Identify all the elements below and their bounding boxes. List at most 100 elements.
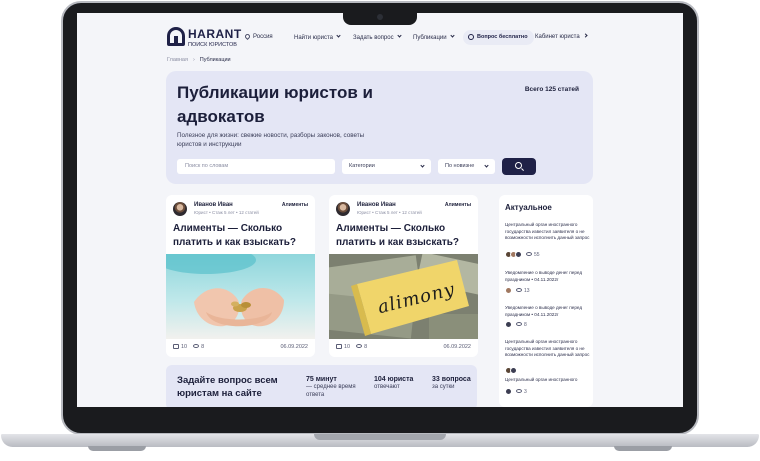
article-stats: 10 8 06.09.2022 (336, 344, 471, 350)
harant-logo-icon[interactable] (167, 27, 185, 46)
articles-total: Всего 125 статей (524, 86, 579, 93)
stat-questions: 33 вопроса за сутки (432, 376, 476, 391)
avatar (505, 287, 512, 294)
like-icon[interactable] (336, 344, 342, 349)
chevron-right-icon (583, 33, 588, 38)
hero-panel: Публикации юристов и адвокатов Полезное … (166, 71, 593, 184)
avatar (505, 388, 512, 395)
stat-response-time: 75 минут — среднее время ответа (306, 376, 368, 399)
lawyer-cabinet-link[interactable]: Кабинет юриста (535, 33, 588, 40)
nav-label: Найти юриста (294, 35, 333, 41)
stat-lawyers: 104 юриста отвечают (374, 376, 428, 391)
news-meta: 55 (505, 251, 540, 258)
article-image-alimony-note[interactable]: alimony (329, 254, 478, 339)
nav-label: Публикации (413, 35, 447, 41)
laptop-foot (88, 446, 146, 451)
search-icon (515, 162, 522, 169)
ask-free-button[interactable]: Вопрос бесплатно (463, 30, 534, 45)
location-pin-icon (243, 32, 252, 41)
brand-name[interactable]: HARANT (188, 27, 242, 41)
news-meta: 3 (505, 388, 527, 395)
nav-ask-question[interactable]: Задать вопрос (353, 33, 402, 41)
trending-sidebar: Актуальное Центральный орган иностранног… (499, 195, 593, 407)
article-stats: 10 8 06.09.2022 (173, 344, 308, 350)
breadcrumb-separator: › (192, 57, 195, 63)
page-title: Публикации юристов и адвокатов (177, 83, 373, 126)
like-icon[interactable] (173, 344, 179, 349)
views-count: 8 (524, 322, 527, 328)
region-selector[interactable]: Россия (243, 32, 273, 41)
news-item[interactable]: Уведомление о выводе денег перед праздни… (505, 305, 593, 318)
sort-select-label: По новизне (445, 163, 475, 169)
views-count: 8 (201, 344, 205, 350)
avatar[interactable] (173, 202, 187, 216)
page-description: Полезное для жизни: свежие новости, разб… (177, 132, 365, 148)
ask-free-label: Вопрос бесплатно (477, 34, 528, 40)
laptop-opening-notch (314, 434, 446, 440)
chevron-down-icon (396, 33, 402, 38)
avatar (505, 321, 512, 328)
search-input[interactable]: Поиск по словам (177, 159, 335, 174)
eye-icon (356, 344, 363, 348)
category-tag[interactable]: Алименты (282, 202, 308, 208)
news-meta (505, 367, 517, 374)
search-button[interactable] (502, 158, 536, 175)
author-meta: Юрист • Стаж 5 лет • 12 статей (357, 210, 422, 215)
views-count: 13 (524, 288, 530, 294)
stat-value: 33 вопроса (432, 376, 471, 383)
article-image-hands-coins[interactable] (166, 254, 315, 339)
nav-label: Задать вопрос (353, 35, 394, 41)
chat-icon (468, 34, 474, 40)
likes-count: 10 (344, 344, 351, 350)
eye-icon (193, 344, 200, 348)
stat-label: за сутки (432, 384, 455, 390)
breadcrumb: Главная › Публикации (167, 57, 231, 63)
views-count: 3 (524, 389, 527, 395)
eye-icon (516, 322, 522, 326)
stat-value: 104 юриста (374, 376, 414, 383)
author-name[interactable]: Иванов Иван (357, 202, 396, 208)
avatar[interactable] (336, 202, 350, 216)
chevron-down-icon (450, 33, 455, 38)
breadcrumb-current: Публикации (199, 57, 231, 63)
chevron-down-icon (420, 163, 425, 168)
news-item[interactable]: Центральный орган иностранного государст… (505, 339, 593, 359)
site-header: HARANT ПОИСК ЮРИСТОВ Россия Найти юриста… (77, 27, 683, 55)
laptop-screen: HARANT ПОИСК ЮРИСТОВ Россия Найти юриста… (77, 13, 683, 407)
category-select[interactable]: Категории (342, 159, 431, 174)
article-title[interactable]: Алименты — Сколько платить и как взыскат… (173, 222, 308, 250)
eye-icon (516, 288, 522, 292)
likes-count: 10 (181, 344, 188, 350)
article-card[interactable]: Иванов Иван Юрист • Стаж 5 лет • 12 стат… (329, 195, 478, 357)
sort-select[interactable]: По новизне (438, 159, 495, 174)
chevron-down-icon (336, 33, 341, 38)
article-title[interactable]: Алименты — Сколько платить и как взыскат… (336, 222, 471, 250)
category-tag[interactable]: Алименты (445, 202, 471, 208)
region-label: Россия (253, 34, 273, 41)
news-item[interactable]: Центральный орган иностранного (505, 377, 593, 384)
avatar (515, 251, 522, 258)
sidebar-title: Актуальное (505, 203, 552, 212)
stat-value: 75 минут (306, 376, 337, 383)
cabinet-label: Кабинет юриста (535, 34, 580, 40)
author-name[interactable]: Иванов Иван (194, 202, 233, 208)
views-count: 8 (364, 344, 368, 350)
eye-icon (526, 252, 532, 256)
news-meta: 13 (505, 287, 530, 294)
chevron-down-icon (484, 163, 489, 168)
news-item[interactable]: Центральный орган иностранного государст… (505, 222, 593, 242)
camera-icon (377, 14, 383, 20)
ask-question-banner[interactable]: Задайте вопрос всем юристам на сайте 75 … (166, 365, 477, 407)
author-meta: Юрист • Стаж 5 лет • 12 статей (194, 210, 259, 215)
stat-label: — среднее время ответа (306, 384, 356, 398)
breadcrumb-home[interactable]: Главная (167, 57, 188, 63)
news-item[interactable]: Уведомление о выводе денег перед праздни… (505, 270, 593, 283)
brand-tagline: ПОИСК ЮРИСТОВ (188, 42, 237, 48)
article-card[interactable]: Иванов Иван Юрист • Стаж 5 лет • 12 стат… (166, 195, 315, 357)
nav-publications[interactable]: Публикации (413, 33, 455, 41)
banner-title: Задайте вопрос всем юристам на сайте (177, 375, 278, 399)
nav-find-lawyer[interactable]: Найти юриста (294, 33, 341, 41)
avatar (510, 367, 517, 374)
eye-icon (516, 389, 522, 393)
stat-label: отвечают (374, 384, 400, 390)
